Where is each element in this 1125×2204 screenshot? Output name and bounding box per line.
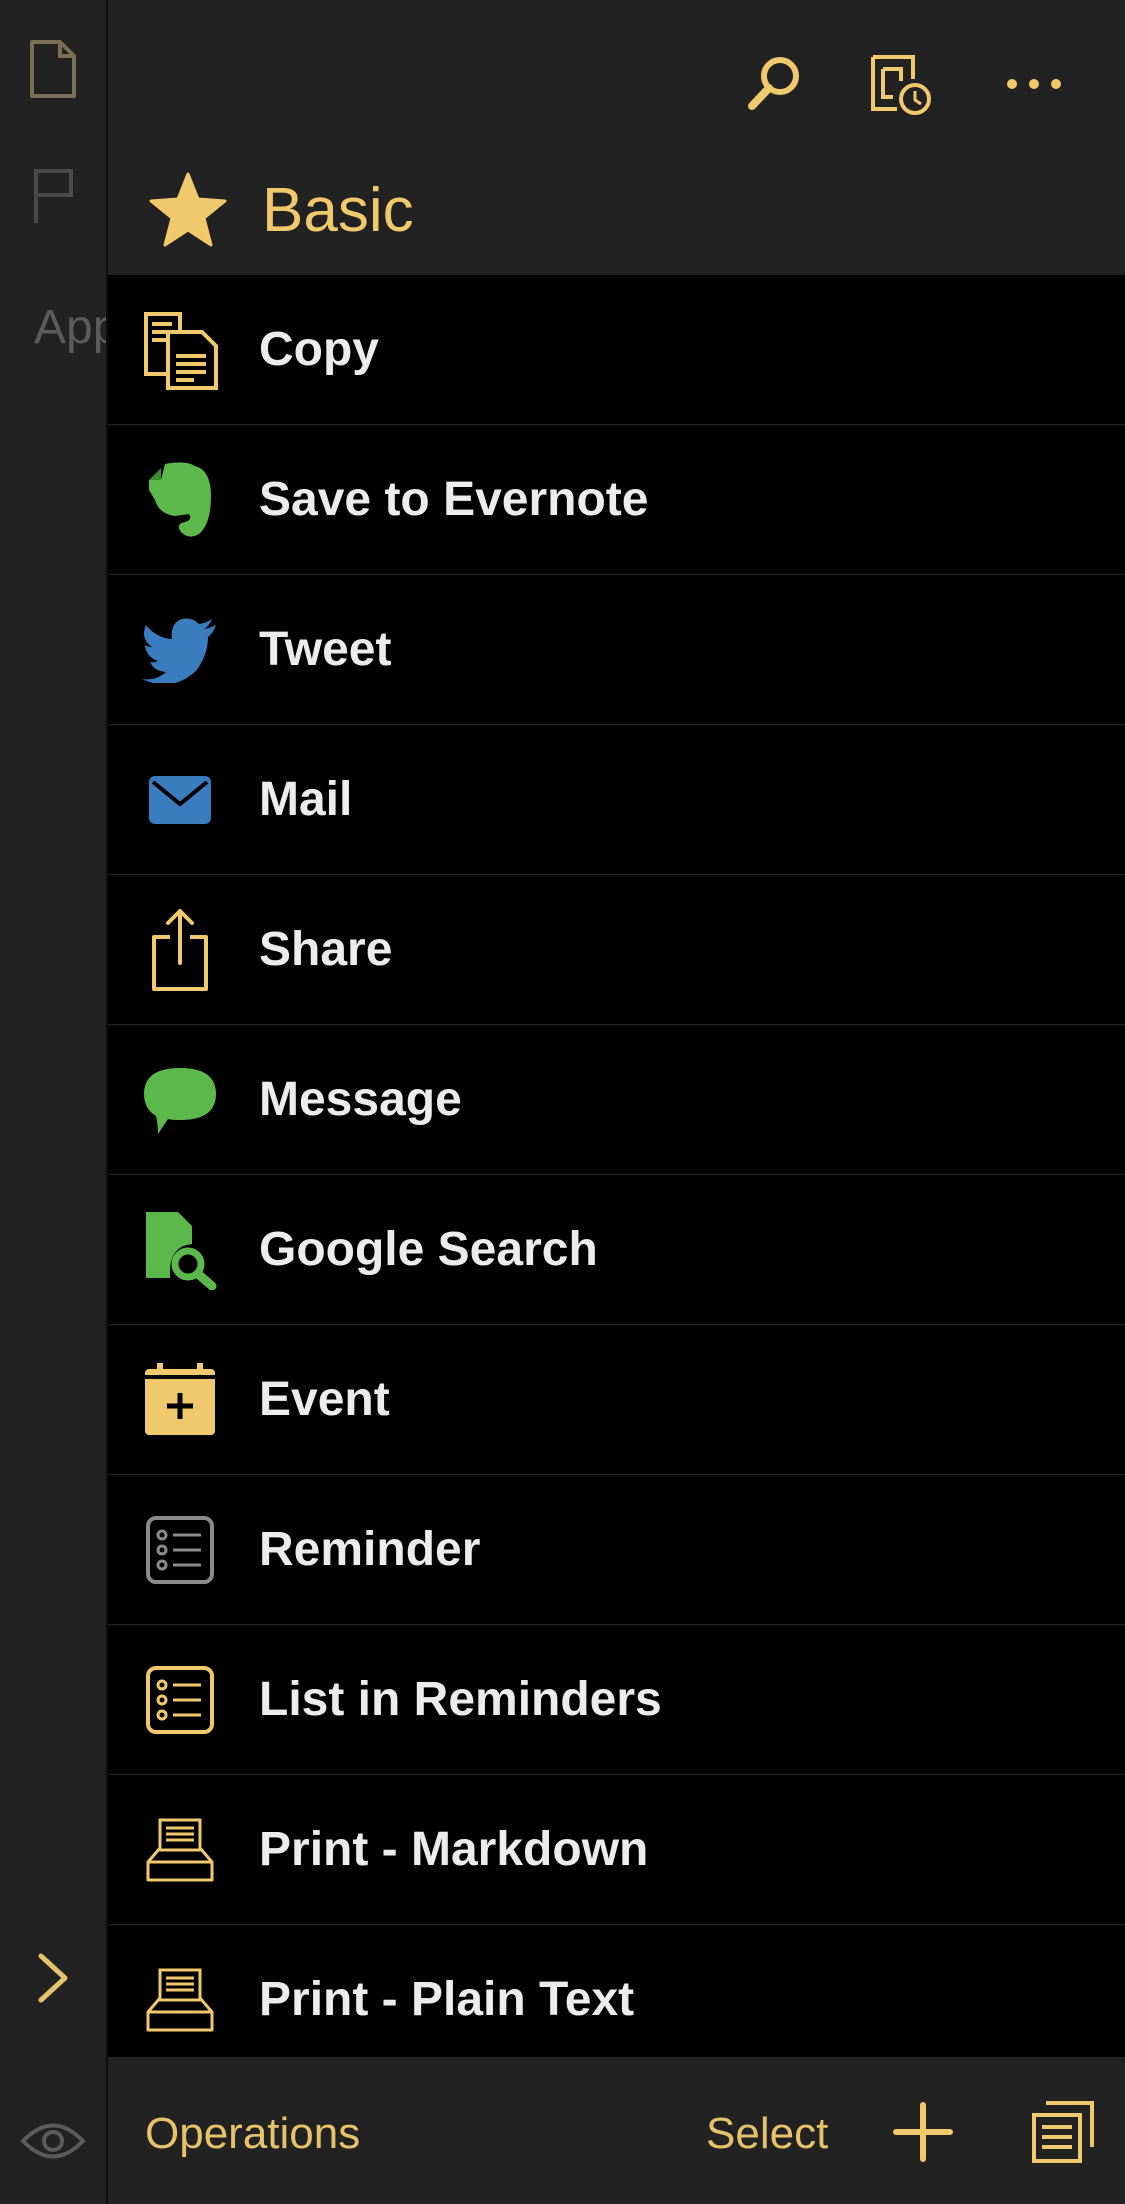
- operations-button[interactable]: Operations: [145, 2109, 360, 2159]
- printer-icon: [140, 1960, 220, 2040]
- action-row-evernote[interactable]: Save to Evernote: [108, 425, 1125, 575]
- more-icon[interactable]: [998, 48, 1070, 120]
- search-icon[interactable]: [738, 48, 810, 120]
- action-label: Mail: [259, 773, 353, 826]
- action-label: Event: [259, 1373, 390, 1426]
- google-search-icon: [140, 1210, 220, 1290]
- history-icon[interactable]: [864, 48, 936, 120]
- action-label: Message: [259, 1073, 462, 1126]
- action-row-message[interactable]: Message: [108, 1025, 1125, 1175]
- eye-icon[interactable]: [0, 2118, 106, 2164]
- evernote-icon: [140, 460, 220, 540]
- action-row-print-plain-text[interactable]: Print - Plain Text: [108, 1925, 1125, 2075]
- flag-icon[interactable]: [0, 165, 106, 225]
- action-label: Print - Plain Text: [259, 1973, 635, 2026]
- twitter-icon: [140, 610, 220, 690]
- action-label: Copy: [259, 323, 379, 376]
- action-label: Save to Evernote: [259, 473, 649, 526]
- group-title: Basic: [262, 175, 414, 245]
- action-label: Reminder: [259, 1523, 481, 1576]
- checklist-icon: [140, 1510, 220, 1590]
- mail-icon: [140, 760, 220, 840]
- action-row-tweet[interactable]: Tweet: [108, 575, 1125, 725]
- action-label: Tweet: [259, 623, 392, 676]
- actions-list: Copy Save to Evernote Tweet Mail Share M…: [108, 275, 1125, 2075]
- chevron-right-icon[interactable]: [0, 1950, 106, 2006]
- action-row-google-search[interactable]: Google Search: [108, 1175, 1125, 1325]
- share-icon: [140, 909, 220, 991]
- action-label: Share: [259, 923, 393, 976]
- star-icon: [149, 172, 227, 247]
- action-label: Google Search: [259, 1223, 598, 1276]
- action-label: Print - Markdown: [259, 1823, 649, 1876]
- action-label: List in Reminders: [259, 1673, 662, 1726]
- action-row-list-in-reminders[interactable]: List in Reminders: [108, 1625, 1125, 1775]
- action-row-copy[interactable]: Copy: [108, 275, 1125, 425]
- select-button[interactable]: Select: [706, 2109, 828, 2159]
- action-row-event[interactable]: Event: [108, 1325, 1125, 1475]
- action-row-share[interactable]: Share: [108, 875, 1125, 1025]
- action-list-icon[interactable]: [1028, 2097, 1098, 2167]
- copy-icon: [140, 310, 220, 390]
- bottom-toolbar: Operations Select: [108, 2057, 1125, 2204]
- checklist-icon: [140, 1660, 220, 1740]
- group-title-row[interactable]: Basic: [148, 165, 414, 255]
- editor-partial-text: App: [34, 301, 106, 354]
- add-icon[interactable]: [888, 2097, 958, 2167]
- action-row-reminder[interactable]: Reminder: [108, 1475, 1125, 1625]
- printer-icon: [140, 1810, 220, 1890]
- action-row-print-markdown[interactable]: Print - Markdown: [108, 1775, 1125, 1925]
- calendar-add-icon: [140, 1360, 220, 1440]
- sidebar-strip: App: [0, 0, 106, 2204]
- document-icon[interactable]: [0, 38, 106, 100]
- message-icon: [140, 1060, 220, 1140]
- action-row-mail[interactable]: Mail: [108, 725, 1125, 875]
- actions-panel: Basic Copy Save to Evernote Tweet Mail S…: [108, 0, 1125, 2204]
- panel-header: Basic: [108, 0, 1125, 275]
